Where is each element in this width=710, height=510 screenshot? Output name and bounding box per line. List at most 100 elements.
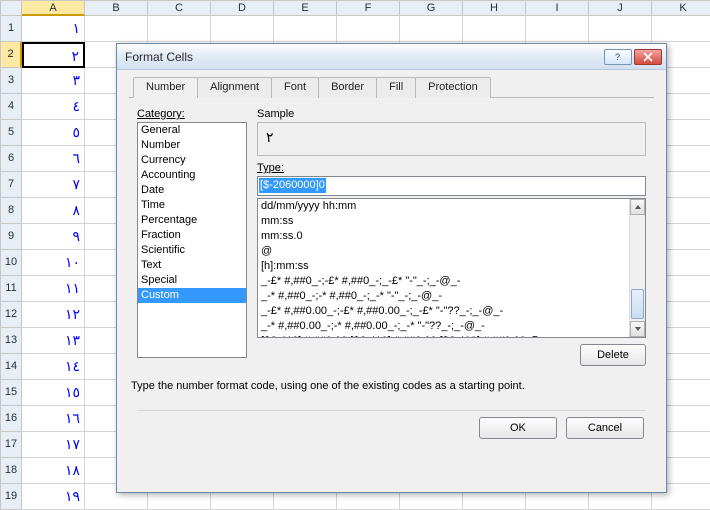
row-header[interactable]: 12 (0, 302, 22, 328)
column-header-j[interactable]: J (589, 0, 652, 16)
category-item[interactable]: Currency (138, 153, 246, 168)
category-item[interactable]: Custom (138, 288, 246, 303)
cell[interactable] (589, 16, 652, 42)
category-listbox[interactable]: GeneralNumberCurrencyAccountingDateTimeP… (137, 122, 247, 358)
tab-alignment[interactable]: Alignment (197, 77, 272, 98)
type-list-item[interactable]: [$€-410] #,##0.00;[$€-410] #,##0.00;[$€-… (258, 334, 645, 338)
cell[interactable] (463, 16, 526, 42)
column-header-k[interactable]: K (652, 0, 710, 16)
row-header[interactable]: 18 (0, 458, 22, 484)
row-header[interactable]: 14 (0, 354, 22, 380)
type-list-item[interactable]: mm:ss.0 (258, 229, 645, 244)
category-item[interactable]: Accounting (138, 168, 246, 183)
cell[interactable]: ١٤ (22, 354, 85, 380)
row-header[interactable]: 10 (0, 250, 22, 276)
row-header[interactable]: 8 (0, 198, 22, 224)
tab-border[interactable]: Border (318, 77, 377, 98)
tab-number[interactable]: Number (133, 77, 198, 98)
type-list-item[interactable]: _-£* #,##0.00_-;-£* #,##0.00_-;_-£* "-"?… (258, 304, 645, 319)
tab-font[interactable]: Font (271, 77, 319, 98)
row-header[interactable]: 13 (0, 328, 22, 354)
row-header[interactable]: 4 (0, 94, 22, 120)
column-header-b[interactable]: B (85, 0, 148, 16)
cell[interactable]: ١ (22, 16, 85, 42)
cell[interactable] (274, 16, 337, 42)
cell[interactable]: ٧ (22, 172, 85, 198)
column-header-d[interactable]: D (211, 0, 274, 16)
row-header[interactable]: 7 (0, 172, 22, 198)
cell[interactable] (85, 16, 148, 42)
type-list-item[interactable]: _-* #,##0.00_-;-* #,##0.00_-;_-* "-"??_-… (258, 319, 645, 334)
cell[interactable] (652, 16, 710, 42)
cell[interactable]: ٥ (22, 120, 85, 146)
category-item[interactable]: Number (138, 138, 246, 153)
cell[interactable]: ٤ (22, 94, 85, 120)
category-item[interactable]: General (138, 123, 246, 138)
cell[interactable]: ١٨ (22, 458, 85, 484)
row-header[interactable]: 3 (0, 68, 22, 94)
type-list-item[interactable]: _-£* #,##0_-;-£* #,##0_-;_-£* "-"_-;_-@_… (258, 274, 645, 289)
row-header[interactable]: 9 (0, 224, 22, 250)
close-button[interactable] (634, 49, 662, 65)
row-header[interactable]: 19 (0, 484, 22, 510)
row-header[interactable]: 15 (0, 380, 22, 406)
cell[interactable]: ١١ (22, 276, 85, 302)
tab-protection[interactable]: Protection (415, 77, 491, 98)
select-all-corner[interactable] (0, 0, 22, 16)
type-list-item[interactable]: mm:ss (258, 214, 645, 229)
row-header[interactable]: 17 (0, 432, 22, 458)
cell[interactable]: ٨ (22, 198, 85, 224)
column-header-e[interactable]: E (274, 0, 337, 16)
column-header-g[interactable]: G (400, 0, 463, 16)
type-list-item[interactable]: _-* #,##0_-;-* #,##0_-;_-* "-"_-;_-@_- (258, 289, 645, 304)
cell[interactable]: ١٢ (22, 302, 85, 328)
type-listbox[interactable]: dd/mm/yyyy hh:mmmm:ssmm:ss.0@[h]:mm:ss_-… (257, 198, 646, 338)
cell[interactable] (148, 16, 211, 42)
cell[interactable]: ١٥ (22, 380, 85, 406)
category-item[interactable]: Text (138, 258, 246, 273)
category-item[interactable]: Special (138, 273, 246, 288)
row-header[interactable]: 2 (0, 42, 22, 68)
cell[interactable]: ١٣ (22, 328, 85, 354)
scroll-down-button[interactable] (630, 321, 645, 337)
tab-fill[interactable]: Fill (376, 77, 416, 98)
cancel-button[interactable]: Cancel (566, 417, 644, 439)
cell[interactable] (211, 16, 274, 42)
ok-button[interactable]: OK (479, 417, 557, 439)
type-list-item[interactable]: dd/mm/yyyy hh:mm (258, 199, 645, 214)
row-header[interactable]: 6 (0, 146, 22, 172)
row-header[interactable]: 16 (0, 406, 22, 432)
cell[interactable] (400, 16, 463, 42)
row-header[interactable]: 11 (0, 276, 22, 302)
type-list-scrollbar[interactable] (629, 199, 645, 337)
column-header-c[interactable]: C (148, 0, 211, 16)
cell[interactable] (526, 16, 589, 42)
column-header-h[interactable]: H (463, 0, 526, 16)
cell[interactable]: ٣ (22, 68, 85, 94)
cell[interactable]: ٦ (22, 146, 85, 172)
delete-button[interactable]: Delete (580, 344, 646, 366)
row-header[interactable]: 1 (0, 16, 22, 42)
category-item[interactable]: Percentage (138, 213, 246, 228)
type-list-item[interactable]: @ (258, 244, 645, 259)
scroll-up-button[interactable] (630, 199, 645, 215)
help-button[interactable]: ? (604, 49, 632, 65)
column-header-a[interactable]: A (22, 0, 85, 16)
cell[interactable]: ١٠ (22, 250, 85, 276)
dialog-titlebar[interactable]: Format Cells ? (117, 44, 666, 70)
category-item[interactable]: Scientific (138, 243, 246, 258)
type-list-item[interactable]: [h]:mm:ss (258, 259, 645, 274)
category-item[interactable]: Fraction (138, 228, 246, 243)
category-item[interactable]: Time (138, 198, 246, 213)
cell[interactable] (337, 16, 400, 42)
column-header-f[interactable]: F (337, 0, 400, 16)
category-item[interactable]: Date (138, 183, 246, 198)
cell[interactable]: ١٩ (22, 484, 85, 510)
cell[interactable]: ١٦ (22, 406, 85, 432)
cell[interactable]: ١٧ (22, 432, 85, 458)
cell[interactable]: ٢ (22, 42, 85, 68)
cell[interactable]: ٩ (22, 224, 85, 250)
row-header[interactable]: 5 (0, 120, 22, 146)
column-header-i[interactable]: I (526, 0, 589, 16)
scroll-thumb[interactable] (631, 289, 644, 319)
